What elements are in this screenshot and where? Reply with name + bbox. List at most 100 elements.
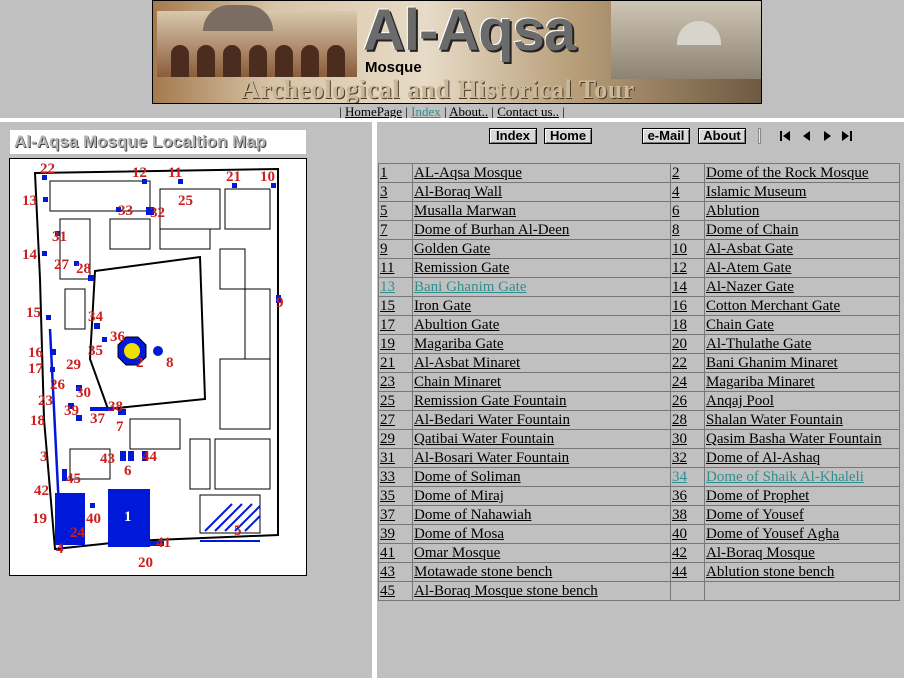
- map-label-39[interactable]: 39: [64, 403, 79, 419]
- prev-icon[interactable]: [801, 130, 813, 142]
- map-label-19[interactable]: 19: [32, 511, 47, 527]
- last-icon[interactable]: [841, 130, 853, 142]
- site-name-link[interactable]: Chain Minaret: [414, 374, 501, 390]
- map-label-11[interactable]: 11: [168, 165, 182, 181]
- site-name-link[interactable]: Dome of Shaik Al-Khaleli: [706, 469, 864, 485]
- map-label-12[interactable]: 12: [132, 165, 147, 181]
- map-label-42[interactable]: 42: [34, 483, 49, 499]
- site-number-link[interactable]: 42: [672, 545, 687, 561]
- site-number-link[interactable]: 3: [380, 184, 388, 200]
- map-label-16[interactable]: 16: [28, 345, 44, 361]
- site-number-link[interactable]: 10: [672, 241, 687, 257]
- site-number-link[interactable]: 29: [380, 431, 395, 447]
- site-number-link[interactable]: 1: [380, 165, 388, 181]
- first-icon[interactable]: [779, 130, 791, 142]
- map-label-35[interactable]: 35: [88, 343, 103, 359]
- location-map[interactable]: 22 12 11 21 10 13 33 32 25 31 14 27 28 9 15 34 36 16 35 2 8 1…: [9, 158, 307, 576]
- site-number-link[interactable]: 9: [380, 241, 388, 257]
- map-label-41[interactable]: 41: [156, 535, 171, 551]
- site-number-link[interactable]: 17: [380, 317, 395, 333]
- map-label-14[interactable]: 14: [22, 247, 38, 263]
- site-name-link[interactable]: Dome of Prophet: [706, 488, 809, 504]
- map-label-37[interactable]: 37: [90, 411, 106, 427]
- site-name-link[interactable]: Dome of Mosa: [414, 526, 504, 542]
- site-number-link[interactable]: 11: [380, 260, 394, 276]
- site-number-link[interactable]: 35: [380, 488, 395, 504]
- map-label-23[interactable]: 23: [38, 393, 53, 409]
- site-number-link[interactable]: 30: [672, 431, 687, 447]
- map-label-15[interactable]: 15: [26, 305, 41, 321]
- map-label-8[interactable]: 8: [166, 355, 174, 371]
- site-name-link[interactable]: Magariba Minaret: [706, 374, 815, 390]
- map-label-2[interactable]: 2: [136, 355, 144, 371]
- site-name-link[interactable]: Al-Bedari Water Fountain: [414, 412, 570, 428]
- site-name-link[interactable]: Remission Gate Fountain: [414, 393, 567, 409]
- site-number-link[interactable]: 43: [380, 564, 395, 580]
- site-number-link[interactable]: 45: [380, 583, 395, 599]
- site-name-link[interactable]: Shalan Water Fountain: [706, 412, 843, 428]
- site-number-link[interactable]: 36: [672, 488, 687, 504]
- site-number-link[interactable]: 13: [380, 279, 395, 295]
- site-name-link[interactable]: Islamic Museum: [706, 184, 806, 200]
- map-label-1[interactable]: 1: [124, 509, 132, 525]
- site-number-link[interactable]: 23: [380, 374, 395, 390]
- map-label-5[interactable]: 5: [234, 523, 242, 539]
- site-name-link[interactable]: Abultion Gate: [414, 317, 499, 333]
- site-number-link[interactable]: 14: [672, 279, 687, 295]
- map-label-26[interactable]: 26: [50, 377, 66, 393]
- map-label-25[interactable]: 25: [178, 193, 193, 209]
- site-name-link[interactable]: Qasim Basha Water Fountain: [706, 431, 882, 447]
- site-number-link[interactable]: 33: [380, 469, 395, 485]
- site-name-link[interactable]: Bani Ghanim Minaret: [706, 355, 838, 371]
- map-label-3[interactable]: 3: [40, 449, 48, 465]
- map-label-17[interactable]: 17: [28, 361, 44, 377]
- map-label-34[interactable]: 34: [88, 309, 104, 325]
- site-name-link[interactable]: Omar Mosque: [414, 545, 500, 561]
- site-number-link[interactable]: 2: [672, 165, 680, 181]
- site-number-link[interactable]: 44: [672, 564, 687, 580]
- site-number-link[interactable]: 31: [380, 450, 395, 466]
- map-label-40[interactable]: 40: [86, 511, 101, 527]
- site-name-link[interactable]: Qatibai Water Fountain: [414, 431, 554, 447]
- site-name-link[interactable]: Musalla Marwan: [414, 203, 516, 219]
- nav-link-homepage[interactable]: HomePage: [345, 104, 402, 119]
- site-number-link[interactable]: 8: [672, 222, 680, 238]
- site-name-link[interactable]: Al-Boraq Wall: [414, 184, 502, 200]
- site-name-link[interactable]: Al-Atem Gate: [706, 260, 791, 276]
- map-label-27[interactable]: 27: [54, 257, 70, 273]
- map-label-13[interactable]: 13: [22, 193, 37, 209]
- map-label-36[interactable]: 36: [110, 329, 126, 345]
- map-label-6[interactable]: 6: [124, 463, 132, 479]
- map-label-44[interactable]: 44: [142, 449, 158, 465]
- site-name-link[interactable]: Dome of Yousef Agha: [706, 526, 839, 542]
- site-number-link[interactable]: 5: [380, 203, 388, 219]
- site-name-link[interactable]: Dome of Nahawiah: [414, 507, 531, 523]
- site-number-link[interactable]: 34: [672, 469, 687, 485]
- site-name-link[interactable]: Al-Asbat Gate: [706, 241, 793, 257]
- map-label-31[interactable]: 31: [52, 229, 67, 245]
- home-button[interactable]: Home: [544, 128, 592, 144]
- site-name-link[interactable]: Remission Gate: [414, 260, 509, 276]
- site-number-link[interactable]: 6: [672, 203, 680, 219]
- site-name-link[interactable]: Al-Bosari Water Fountain: [414, 450, 569, 466]
- map-label-10[interactable]: 10: [260, 169, 275, 185]
- map-label-38[interactable]: 38: [108, 399, 123, 415]
- site-number-link[interactable]: 4: [672, 184, 680, 200]
- site-number-link[interactable]: 24: [672, 374, 687, 390]
- site-name-link[interactable]: Dome of Burhan Al-Deen: [414, 222, 569, 238]
- site-number-link[interactable]: 7: [380, 222, 388, 238]
- about-button[interactable]: About: [698, 128, 746, 144]
- site-number-link[interactable]: 20: [672, 336, 687, 352]
- site-name-link[interactable]: Dome of the Rock Mosque: [706, 165, 868, 181]
- site-name-link[interactable]: Dome of Soliman: [414, 469, 521, 485]
- site-number-link[interactable]: 15: [380, 298, 395, 314]
- site-number-link[interactable]: 26: [672, 393, 687, 409]
- site-name-link[interactable]: Ablution: [706, 203, 759, 219]
- site-name-link[interactable]: Chain Gate: [706, 317, 774, 333]
- site-name-link[interactable]: Al-Nazer Gate: [706, 279, 794, 295]
- map-label-45[interactable]: 45: [66, 471, 81, 487]
- nav-link-index[interactable]: Index: [411, 104, 441, 119]
- map-label-24[interactable]: 24: [70, 525, 86, 541]
- site-number-link[interactable]: 27: [380, 412, 395, 428]
- site-name-link[interactable]: Al-Boraq Mosque stone bench: [414, 583, 598, 599]
